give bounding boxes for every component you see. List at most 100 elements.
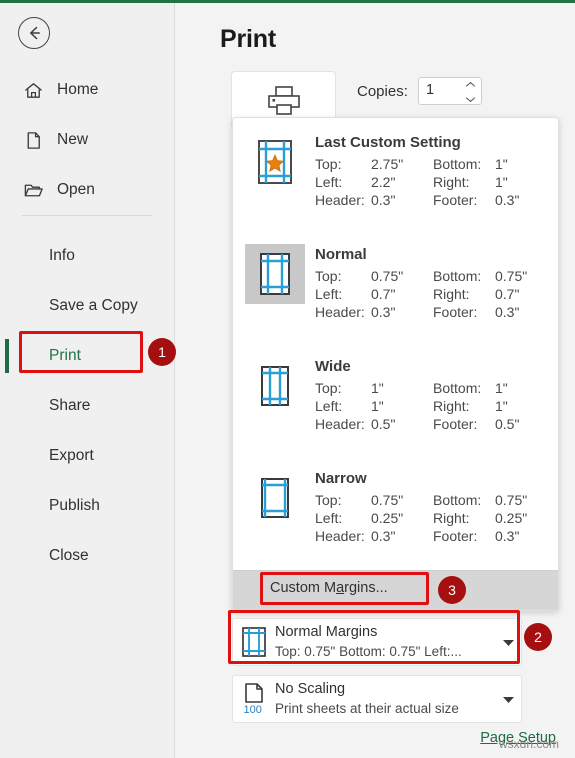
- sidebar-item-export[interactable]: Export: [0, 431, 175, 481]
- table-row: Top: 0.75" Bottom: 0.75": [315, 492, 527, 510]
- annotation-badge-1: 1: [148, 338, 176, 366]
- margins-setting-combo[interactable]: Normal Margins Top: 0.75" Bottom: 0.75" …: [232, 618, 522, 666]
- margin-label: Bottom:: [433, 492, 482, 508]
- sidebar-item-label: Home: [57, 81, 99, 98]
- margin-value: 0.75": [371, 268, 404, 284]
- margins-setting-text: Normal Margins Top: 0.75" Bottom: 0.75" …: [275, 623, 495, 661]
- sidebar-item-info[interactable]: Info: [0, 231, 175, 281]
- margin-value: 0.3": [371, 192, 396, 208]
- margin-preset-last-custom-setting[interactable]: Last Custom Setting Top: 2.75" Bottom: 1…: [233, 118, 558, 230]
- margins-dropdown-panel: Last Custom Setting Top: 2.75" Bottom: 1…: [232, 117, 559, 611]
- margin-label: Header:: [315, 304, 365, 320]
- margin-values-table: Top: 1" Bottom: 1" Left: 1" Right: 1" He…: [315, 380, 519, 434]
- margin-preset-narrow[interactable]: Narrow Top: 0.75" Bottom: 0.75" Left: 0.…: [233, 454, 558, 566]
- chevron-up-icon[interactable]: [465, 81, 476, 88]
- sidebar-item-close[interactable]: Close: [0, 531, 175, 581]
- page-title: Print: [220, 25, 276, 53]
- sidebar-item-publish[interactable]: Publish: [0, 481, 175, 531]
- chevron-down-icon[interactable]: [495, 695, 521, 704]
- margin-value: 0.7": [371, 286, 396, 302]
- custom-margins-menu-item[interactable]: Custom Margins...: [270, 580, 388, 596]
- margin-label: Bottom:: [433, 156, 482, 172]
- new-document-icon: [22, 129, 44, 151]
- margin-label: Header:: [315, 528, 365, 544]
- table-row: Top: 1" Bottom: 1": [315, 380, 519, 398]
- margin-preset-details: Normal Top: 0.75" Bottom: 0.75" Left: 0.…: [315, 244, 558, 342]
- margin-values-table: Top: 2.75" Bottom: 1" Left: 2.2" Right: …: [315, 156, 519, 210]
- margin-value: 1": [371, 398, 384, 414]
- margin-label: Right:: [433, 174, 470, 190]
- margin-value: 1": [495, 156, 508, 172]
- sidebar-item-label: Publish: [49, 497, 100, 514]
- margin-value: 1": [495, 380, 508, 396]
- sidebar-item-home[interactable]: Home: [0, 65, 175, 115]
- margin-value: 0.3": [371, 304, 396, 320]
- margin-label: Top:: [315, 492, 342, 508]
- sidebar-item-share[interactable]: Share: [0, 381, 175, 431]
- margin-label: Footer:: [433, 416, 478, 432]
- margin-label: Top:: [315, 156, 342, 172]
- margin-label: Right:: [433, 286, 470, 302]
- chevron-down-icon[interactable]: [465, 96, 476, 103]
- margin-value: 0.5": [371, 416, 396, 432]
- margin-value: 0.3": [371, 528, 396, 544]
- sidebar-item-save-a-copy[interactable]: Save a Copy: [0, 281, 175, 331]
- table-row: Top: 2.75" Bottom: 1": [315, 156, 519, 174]
- margin-label: Top:: [315, 380, 342, 396]
- chevron-down-icon[interactable]: [495, 638, 521, 647]
- back-arrow-icon: [30, 26, 40, 40]
- backstage-sidebar: Home New Open Info Save a Copy Print Sha…: [0, 3, 175, 758]
- margin-label: Right:: [433, 398, 470, 414]
- margin-label: Header:: [315, 192, 365, 208]
- margin-value: 2.2": [371, 174, 396, 190]
- table-row: Left: 1" Right: 1": [315, 398, 519, 416]
- scaling-100-icon: 100: [233, 682, 275, 716]
- sidebar-item-label: Export: [49, 447, 94, 464]
- margin-value: 1": [495, 398, 508, 414]
- table-row: Left: 0.7" Right: 0.7": [315, 286, 527, 304]
- scaling-setting-title: No Scaling: [275, 681, 346, 698]
- margin-value: 2.75": [371, 156, 404, 172]
- margin-preset-wide[interactable]: Wide Top: 1" Bottom: 1" Left: 1" Right:: [233, 342, 558, 454]
- sidebar-item-label: Print: [49, 347, 81, 364]
- printer-icon: [267, 86, 300, 115]
- table-row: Header: 0.3" Footer: 0.3": [315, 304, 527, 322]
- margin-label: Left:: [315, 398, 343, 414]
- annotation-badge-3: 3: [438, 576, 466, 604]
- back-button[interactable]: [18, 17, 50, 49]
- margin-label: Bottom:: [433, 268, 482, 284]
- margin-custom-star-icon: [245, 132, 305, 192]
- margin-value: 1": [495, 174, 508, 190]
- margin-value: 0.3": [495, 192, 520, 208]
- margin-label: Left:: [315, 174, 343, 190]
- margin-label: Header:: [315, 416, 365, 432]
- sidebar-primary-nav: Home New Open: [0, 65, 175, 215]
- sidebar-divider: [22, 215, 152, 216]
- copies-value: 1: [426, 82, 435, 98]
- margin-normal-icon: [233, 626, 275, 658]
- custom-margins-suffix: rgins...: [344, 580, 388, 596]
- margin-value: 0.7": [495, 286, 520, 302]
- sidebar-item-new[interactable]: New: [0, 115, 175, 165]
- margin-preset-details: Narrow Top: 0.75" Bottom: 0.75" Left: 0.…: [315, 468, 558, 566]
- copies-label: Copies:: [357, 83, 408, 100]
- margin-wide-icon: [245, 356, 305, 416]
- copies-stepper[interactable]: [464, 81, 476, 103]
- watermark: wsxdn.com: [499, 737, 560, 751]
- margin-value: 0.25": [371, 510, 404, 526]
- margin-label: Bottom:: [433, 380, 482, 396]
- margins-menu-footer: Custom Margins...: [233, 570, 558, 610]
- table-row: Left: 0.25" Right: 0.25": [315, 510, 527, 528]
- scaling-setting-combo[interactable]: 100 No Scaling Print sheets at their act…: [232, 675, 522, 723]
- margin-value: 0.75": [495, 492, 528, 508]
- margin-preset-details: Last Custom Setting Top: 2.75" Bottom: 1…: [315, 132, 558, 230]
- copies-input[interactable]: 1: [418, 77, 482, 105]
- scaling-setting-text: No Scaling Print sheets at their actual …: [275, 680, 495, 718]
- sidebar-item-open[interactable]: Open: [0, 165, 175, 215]
- sidebar-item-label: Info: [49, 247, 75, 264]
- margin-preset-name: Narrow: [315, 470, 367, 487]
- sidebar-item-label: Share: [49, 397, 91, 414]
- selected-indicator-bar: [5, 339, 9, 373]
- margin-preset-normal[interactable]: Normal Top: 0.75" Bottom: 0.75" Left: 0.…: [233, 230, 558, 342]
- annotation-badge-2: 2: [524, 623, 552, 651]
